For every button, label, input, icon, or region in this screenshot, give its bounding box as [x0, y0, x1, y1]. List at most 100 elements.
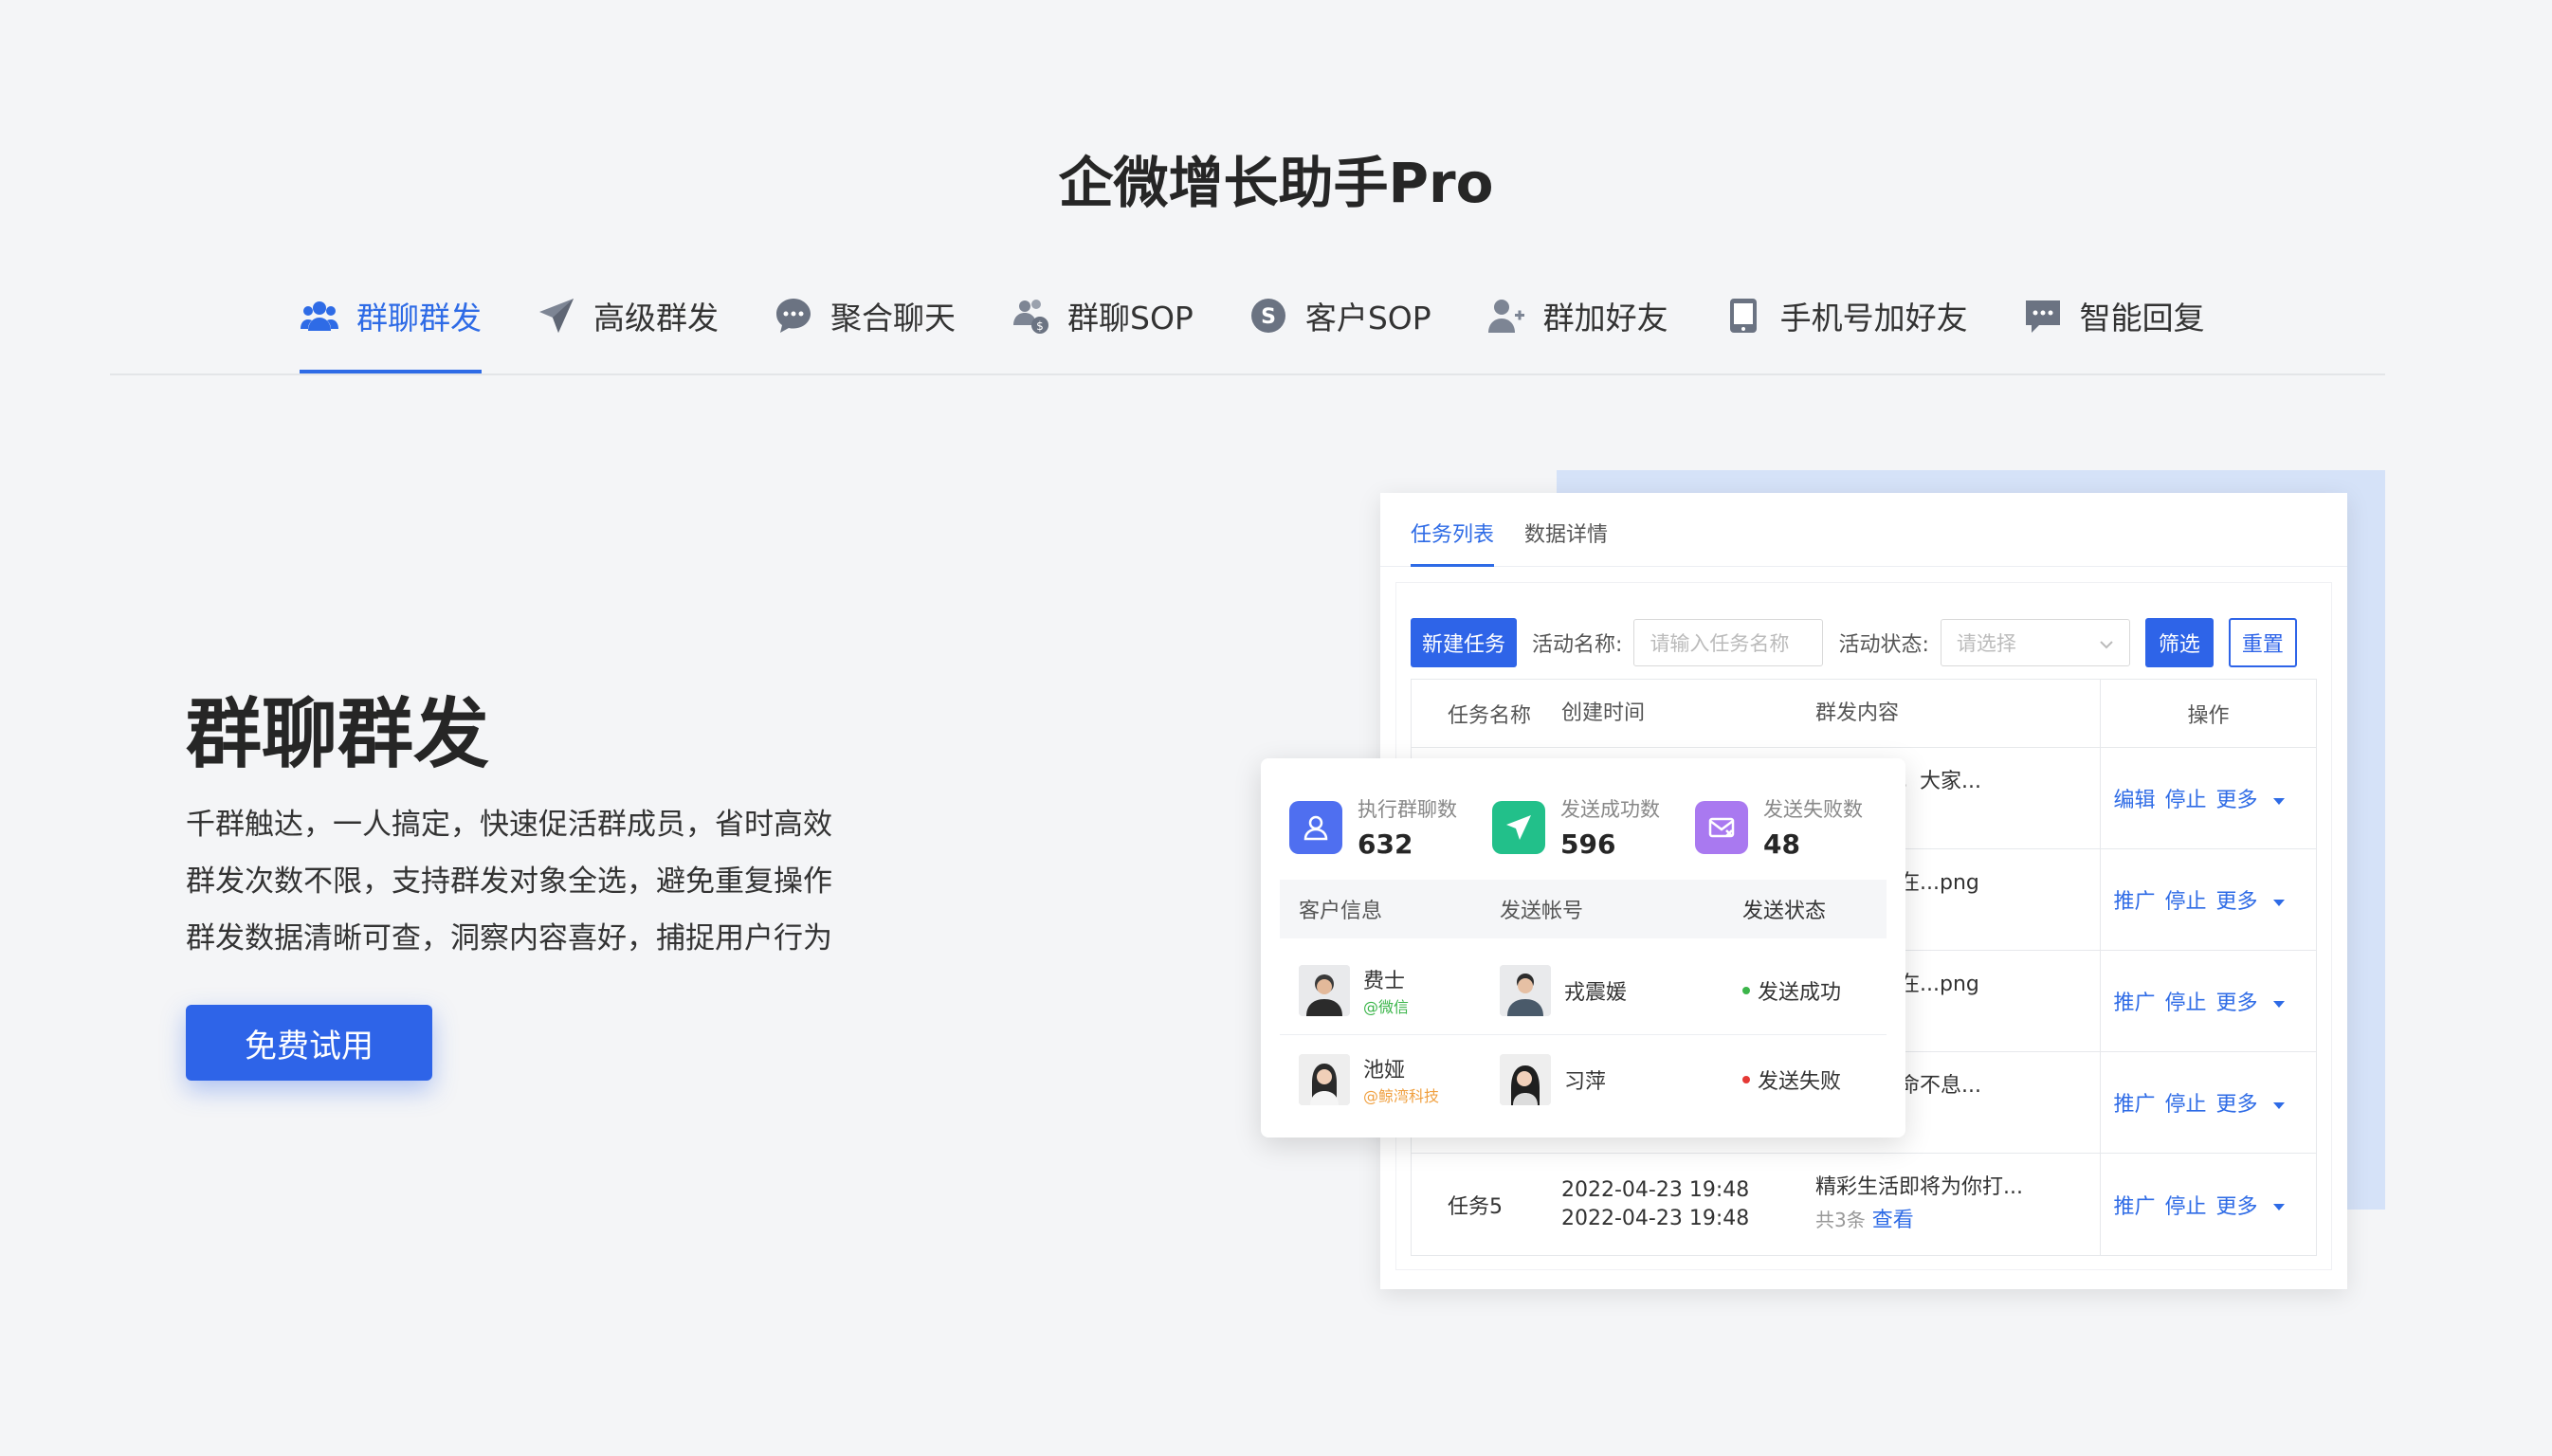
- more-label: 更多: [2215, 992, 2258, 1015]
- row-actions: 编辑 停止 更多: [2100, 748, 2316, 848]
- tab-label: 智能回复: [2079, 300, 2205, 337]
- broadcast-content: 精彩生活即将为你打... 共3条 查看: [1815, 1172, 2100, 1237]
- header-content: 群发内容: [1815, 701, 1900, 725]
- status-dot: [1742, 986, 1750, 994]
- mail-fail-icon: [1695, 800, 1748, 854]
- filter-button[interactable]: 筛选: [2144, 618, 2214, 667]
- chevron-down-icon: [2099, 631, 2114, 654]
- header-task-name: 任务名称: [1448, 703, 1532, 728]
- tab-label: 客户SOP: [1304, 300, 1431, 337]
- stop-link[interactable]: 停止: [2164, 783, 2206, 813]
- caret-down-icon: [2272, 1204, 2285, 1210]
- tab-label: 群聊SOP: [1067, 300, 1194, 337]
- caret-down-icon: [2272, 1101, 2285, 1109]
- svg-text:S: S: [1261, 305, 1276, 329]
- popup-row: 池娅 @鲸湾科技 习萍 发送失败: [1280, 1035, 1887, 1124]
- activity-status-select[interactable]: 请选择: [1940, 619, 2130, 666]
- task-name: 任务5: [1448, 1194, 1503, 1219]
- avatar: [1500, 964, 1551, 1016]
- reply-bubble-icon: [2023, 296, 2063, 336]
- caret-down-icon: [2272, 797, 2285, 805]
- tab-label: 聚合聊天: [830, 300, 956, 337]
- table-row: 任务5 2022-04-23 19:48 2022-04-23 19:48 精彩生活即…: [1412, 1154, 2316, 1255]
- svg-text:$: $: [1036, 319, 1044, 333]
- tab-label: 群聊群发: [356, 300, 482, 337]
- feature-line: 千群触达，一人搞定，快速促活群成员，省时高效: [186, 808, 832, 842]
- customer-source: @微信: [1363, 997, 1410, 1016]
- caret-down-icon: [2272, 1000, 2285, 1008]
- row-actions: 推广 停止 更多: [2100, 1052, 2316, 1153]
- tab-group-sop[interactable]: $ 群聊SOP: [1011, 284, 1194, 347]
- stat-executed-groups: 执行群聊数 632: [1289, 794, 1492, 860]
- stat-value: 632: [1358, 828, 1413, 860]
- stop-link[interactable]: 停止: [2164, 1087, 2206, 1118]
- page-title: 企微增长助手Pro: [1058, 151, 1494, 215]
- stop-link[interactable]: 停止: [2164, 1190, 2206, 1220]
- activity-name-input[interactable]: 请输入任务名称: [1633, 619, 1824, 666]
- stat-label: 发送失败数: [1763, 798, 1863, 821]
- action-primary-link[interactable]: 推广: [2113, 1190, 2155, 1220]
- action-primary-link[interactable]: 推广: [2113, 1087, 2155, 1118]
- tab-task-list[interactable]: 任务列表: [1411, 518, 1495, 567]
- tab-aggregate-chat[interactable]: 聚合聊天: [774, 284, 956, 347]
- more-link[interactable]: 更多: [2216, 783, 2294, 813]
- tab-smart-reply[interactable]: 智能回复: [2023, 284, 2205, 347]
- created-time-line: 2022-04-23 19:48: [1561, 1206, 1750, 1230]
- more-label: 更多: [2215, 890, 2258, 914]
- user-add-icon: [1486, 296, 1526, 336]
- header-status: 发送状态: [1742, 900, 1827, 923]
- view-link[interactable]: 查看: [1872, 1209, 1914, 1232]
- more-label: 更多: [2215, 1194, 2258, 1219]
- more-link[interactable]: 更多: [2216, 986, 2294, 1016]
- more-link[interactable]: 更多: [2216, 884, 2294, 915]
- action-primary-link[interactable]: 编辑: [2113, 783, 2155, 813]
- row-actions: 推广 停止 更多: [2100, 1154, 2316, 1255]
- feature-title: 群聊群发: [186, 690, 489, 778]
- send-icon: [1492, 800, 1545, 854]
- action-primary-link[interactable]: 推广: [2113, 986, 2155, 1016]
- tab-data-details[interactable]: 数据详情: [1524, 518, 1608, 567]
- chat-bubble-icon: [774, 296, 813, 336]
- send-status: 发送失败: [1758, 1070, 1842, 1094]
- stats-row: 执行群聊数 632 发送成功数 596 发送失败数 48: [1289, 794, 1898, 860]
- new-task-button[interactable]: 新建任务: [1411, 618, 1518, 667]
- header-account: 发送帐号: [1500, 900, 1584, 923]
- feature-description: 千群触达，一人搞定，快速促活群成员，省时高效 群发次数不限，支持群发对象全选，避…: [186, 796, 832, 967]
- send-status: 发送成功: [1758, 980, 1842, 1005]
- free-trial-button[interactable]: 免费试用: [186, 1005, 432, 1081]
- tab-label: 群加好友: [1542, 300, 1668, 337]
- phone-icon: [1723, 296, 1763, 336]
- stat-value: 48: [1763, 828, 1800, 860]
- status-dot: [1742, 1076, 1750, 1083]
- tab-label: 手机号加好友: [1779, 300, 1968, 337]
- group-sop-icon: $: [1011, 296, 1050, 336]
- feature-line: 群发次数不限，支持群发对象全选，避免重复操作: [186, 864, 832, 899]
- tab-group-add-friend[interactable]: 群加好友: [1486, 284, 1668, 347]
- more-link[interactable]: 更多: [2216, 1190, 2294, 1220]
- account-name: 戎震媛: [1564, 980, 1628, 1005]
- more-label: 更多: [2215, 789, 2258, 812]
- stop-link[interactable]: 停止: [2164, 884, 2206, 915]
- feature-tabs: 群聊群发 高级群发 聚合聊天 $ 群聊SOP S 客户SOP 群加好友 手机号加: [300, 284, 2260, 375]
- activity-status-label: 活动状态:: [1838, 633, 1929, 657]
- account-name: 习萍: [1564, 1070, 1607, 1094]
- stat-label: 执行群聊数: [1358, 798, 1457, 821]
- stop-link[interactable]: 停止: [2164, 986, 2206, 1016]
- tab-advanced-broadcast[interactable]: 高级群发: [537, 284, 719, 347]
- feature-line: 群发数据清晰可查，洞察内容喜好，捕捉用户行为: [186, 921, 832, 956]
- content-text: 精彩生活即将为你打...: [1815, 1175, 2023, 1199]
- customer-name: 池娅: [1363, 1059, 1406, 1083]
- more-link[interactable]: 更多: [2216, 1087, 2294, 1118]
- tab-phone-add-friend[interactable]: 手机号加好友: [1723, 284, 1968, 347]
- stat-send-success: 发送成功数 596: [1492, 794, 1695, 860]
- table-header: 任务名称 创建时间 群发内容 操作: [1412, 680, 2316, 748]
- group-icon: [300, 296, 339, 336]
- action-primary-link[interactable]: 推广: [2113, 884, 2155, 915]
- header-created-time: 创建时间: [1561, 701, 1646, 725]
- tab-customer-sop[interactable]: S 客户SOP: [1249, 284, 1431, 347]
- status-placeholder: 请选择: [1956, 632, 2016, 655]
- created-time-line: 2022-04-23 19:48: [1561, 1177, 1750, 1202]
- tab-group-broadcast[interactable]: 群聊群发: [300, 284, 482, 373]
- content-count: 共3条: [1815, 1209, 1866, 1231]
- reset-button[interactable]: 重置: [2228, 618, 2297, 667]
